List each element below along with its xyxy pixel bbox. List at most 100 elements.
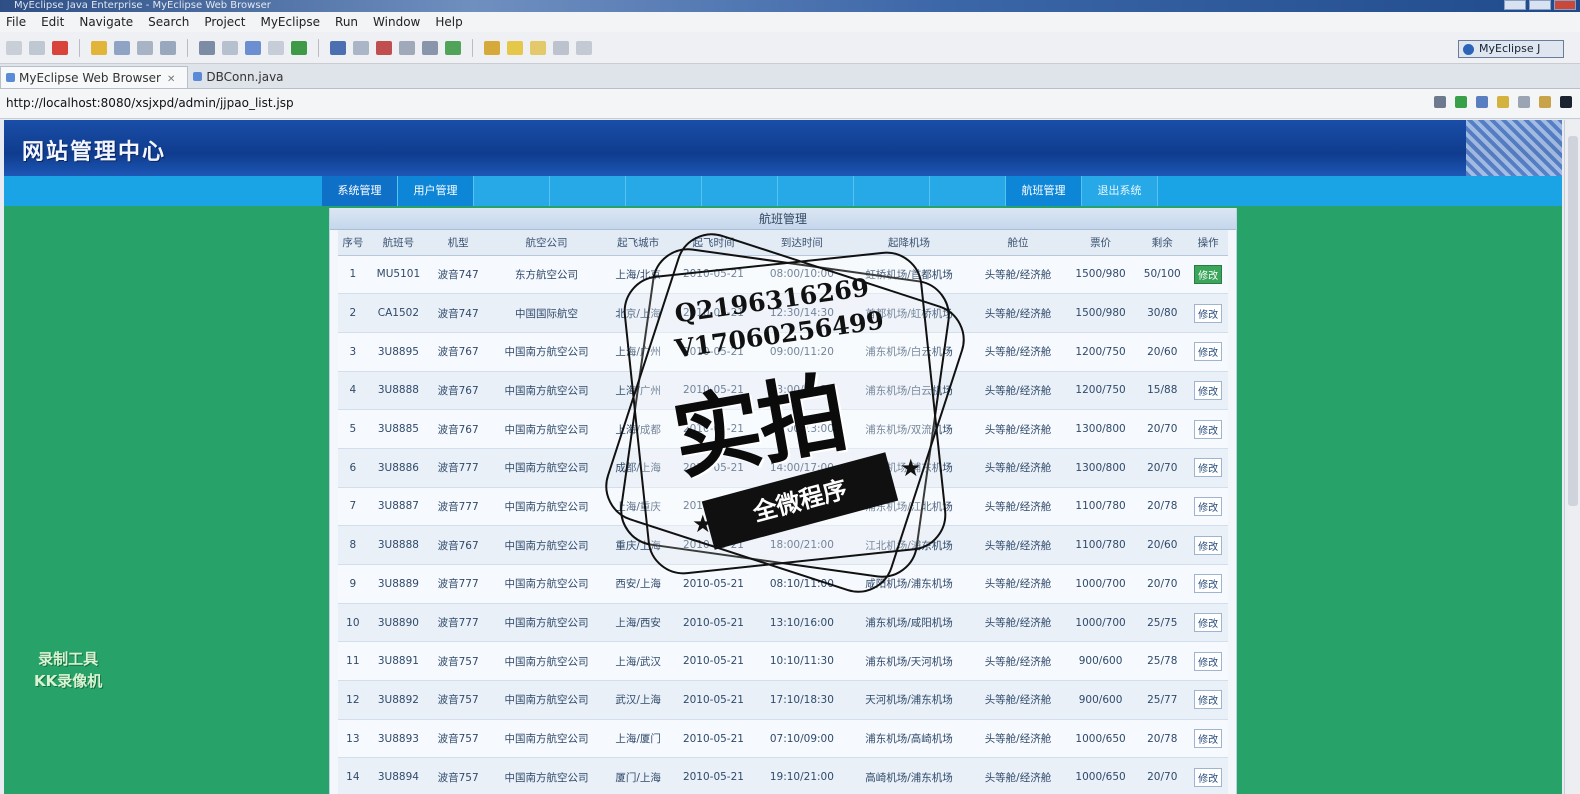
search-icon[interactable] <box>399 40 415 55</box>
edit-button[interactable]: 修改 <box>1194 264 1223 284</box>
nav-item[interactable] <box>778 176 854 206</box>
save-icon[interactable] <box>29 40 45 55</box>
table-cell: 修改 <box>1188 603 1228 643</box>
scrollbar-thumb[interactable] <box>1568 136 1578 506</box>
menu-edit[interactable]: Edit <box>35 15 73 29</box>
edit-button[interactable]: 修改 <box>1194 303 1223 323</box>
table-cell: 中国国际航空 <box>487 293 606 333</box>
annotation-icon[interactable] <box>484 40 500 55</box>
refresh-icon[interactable] <box>1497 96 1509 108</box>
project-icon[interactable] <box>160 40 176 55</box>
menu-run[interactable]: Run <box>329 15 367 29</box>
terminal-icon[interactable] <box>1560 96 1572 108</box>
nav-item[interactable] <box>474 176 550 206</box>
tab-web-browser[interactable]: MyEclipse Web Browser ✕ <box>0 66 189 88</box>
maximize-icon[interactable] <box>1529 0 1551 10</box>
back-icon[interactable] <box>1476 96 1488 108</box>
nav-item[interactable] <box>550 176 626 206</box>
edit-button[interactable]: 修改 <box>1194 380 1223 400</box>
edit-button[interactable]: 修改 <box>1194 419 1223 439</box>
stop-icon[interactable] <box>52 40 68 55</box>
toolbar-separator <box>318 38 319 57</box>
nav-item[interactable] <box>930 176 1006 206</box>
edit-button[interactable]: 修改 <box>1194 574 1223 594</box>
menu-navigate[interactable]: Navigate <box>73 15 142 29</box>
edit-button[interactable]: 修改 <box>1194 496 1223 516</box>
tab-close-icon[interactable]: ✕ <box>167 74 175 85</box>
table-cell: 中国南方航空公司 <box>487 603 606 643</box>
table-cell: 2010-05-21 <box>670 409 757 449</box>
debug-icon[interactable] <box>330 40 346 55</box>
table-cell: 咸阳机场/浦东机场 <box>847 564 971 604</box>
table-cell: 3U8886 <box>367 448 430 488</box>
edit-button[interactable]: 修改 <box>1194 767 1223 787</box>
table-cell: 30/80 <box>1136 293 1189 333</box>
new-icon[interactable] <box>6 40 22 55</box>
edit-button[interactable]: 修改 <box>1194 458 1223 478</box>
table-cell: 修改 <box>1188 564 1228 604</box>
nav-item[interactable]: 系统管理 <box>322 176 398 206</box>
menu-window[interactable]: Window <box>367 15 429 29</box>
table-cell: 20/60 <box>1136 332 1189 372</box>
folder-icon[interactable] <box>268 40 284 55</box>
table-cell: 5 <box>338 409 368 449</box>
profile-icon[interactable] <box>376 40 392 55</box>
table-cell: 20/70 <box>1136 409 1189 449</box>
build-icon[interactable] <box>199 40 215 55</box>
external-tools-icon[interactable] <box>353 40 369 55</box>
close-icon[interactable] <box>1554 0 1576 10</box>
table-cell: 西安/上海 <box>605 564 671 604</box>
table-cell: 2010-05-21 <box>670 680 757 720</box>
menu-file[interactable]: File <box>0 15 35 29</box>
bookmark-icon[interactable] <box>507 40 523 55</box>
table-cell: 12 <box>338 680 368 720</box>
back-icon[interactable] <box>553 40 569 55</box>
run-icon[interactable] <box>291 40 307 55</box>
nav-item[interactable] <box>702 176 778 206</box>
menu-help[interactable]: Help <box>429 15 471 29</box>
edit-button[interactable]: 修改 <box>1194 729 1223 749</box>
refresh-icon[interactable] <box>222 40 238 55</box>
table-row: 6 3U8886 波音777 中国南方航空公司 成都/上海 2010-05-21 14:00… <box>338 448 1228 488</box>
task-icon[interactable] <box>530 40 546 55</box>
nav-item[interactable] <box>854 176 930 206</box>
nav-item[interactable] <box>626 176 702 206</box>
table-cell: 08:00/10:00 <box>756 255 848 295</box>
go-icon[interactable] <box>1455 96 1467 108</box>
wand-icon[interactable] <box>91 40 107 55</box>
column-header: 到达时间 <box>756 230 848 256</box>
vertical-scrollbar[interactable] <box>1564 120 1580 794</box>
table-cell: 浦东机场/双流机场 <box>847 409 971 449</box>
table-cell: 20/78 <box>1136 719 1189 759</box>
menu-search[interactable]: Search <box>142 15 198 29</box>
table-cell: 14:00/17:00 <box>756 448 848 488</box>
dropdown-icon[interactable] <box>1434 96 1446 108</box>
edit-button[interactable]: 修改 <box>1194 342 1223 362</box>
server-icon[interactable] <box>114 40 130 55</box>
table-cell: 修改 <box>1188 641 1228 682</box>
url-input[interactable]: http://localhost:8080/xsjxpd/admin/jjpao… <box>6 96 294 110</box>
open-resource-icon[interactable] <box>445 40 461 55</box>
forward-icon[interactable] <box>576 40 592 55</box>
nav-item[interactable]: 用户管理 <box>398 176 474 206</box>
minimize-icon[interactable] <box>1504 0 1526 10</box>
nav-item[interactable]: 退出系统 <box>1082 176 1158 206</box>
edit-button[interactable]: 修改 <box>1194 651 1223 671</box>
browser-icon[interactable] <box>245 40 261 55</box>
home-icon[interactable] <box>1539 96 1551 108</box>
table-cell: 17:10/18:30 <box>756 680 848 720</box>
menu-project[interactable]: Project <box>198 15 254 29</box>
edit-button[interactable]: 修改 <box>1194 613 1223 633</box>
menu-myeclipse[interactable]: MyEclipse <box>254 15 329 29</box>
edit-button[interactable]: 修改 <box>1194 690 1223 710</box>
tab-dbconn[interactable]: DBConn.java <box>188 66 295 88</box>
table-cell: 波音777 <box>429 564 488 604</box>
table-cell: 1000/650 <box>1065 757 1137 794</box>
edit-button[interactable]: 修改 <box>1194 535 1223 555</box>
deploy-icon[interactable] <box>137 40 153 55</box>
nav-item[interactable]: 航班管理 <box>1006 176 1082 206</box>
open-type-icon[interactable] <box>422 40 438 55</box>
perspective-switcher[interactable]: MyEclipse J <box>1458 40 1564 58</box>
stop-icon[interactable] <box>1518 96 1530 108</box>
site-nav: 系统管理 用户管理 航班管理 退出系统 <box>4 176 1562 206</box>
